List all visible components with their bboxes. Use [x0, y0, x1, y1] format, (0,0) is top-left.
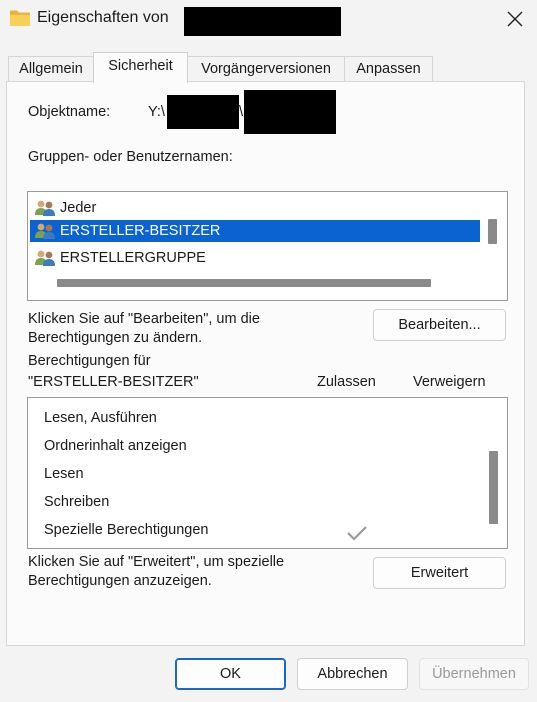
redacted-path-1 — [167, 95, 239, 129]
tab-label: Anpassen — [356, 61, 421, 77]
edit-button[interactable]: Bearbeiten... — [373, 309, 506, 341]
permissions-principal-label: "ERSTELLER-BESITZER" — [28, 374, 199, 390]
permission-row: Lesen — [44, 466, 84, 482]
object-name-separator: \ — [239, 104, 244, 120]
title-bar: Eigenschaften von — [0, 0, 537, 38]
advanced-hint-line2: Berechtigungen anzuzeigen. — [28, 573, 212, 589]
redacted-title — [184, 7, 341, 36]
column-deny: Verweigern — [413, 374, 486, 390]
permission-row: Lesen, Ausführen — [44, 410, 157, 426]
permission-row: Schreiben — [44, 494, 110, 510]
close-button[interactable] — [492, 0, 537, 38]
users-icon — [35, 223, 55, 239]
list-item-ersteller-besitzer[interactable]: ERSTELLER-BESITZER — [30, 220, 480, 242]
permission-row: Ordnerinhalt anzeigen — [44, 438, 187, 454]
groups-label: Gruppen- oder Benutzernamen: — [28, 149, 233, 165]
groups-listbox[interactable]: Jeder ERSTELLER-BESITZER ERSTELLERGRUPPE — [27, 191, 508, 301]
groups-vertical-scrollbar[interactable] — [488, 219, 497, 244]
users-icon — [35, 200, 55, 216]
tab-allgemein[interactable]: Allgemein — [8, 56, 94, 82]
edit-hint-line2: Berechtigungen zu ändern. — [28, 330, 203, 346]
window-title: Eigenschaften von — [37, 9, 169, 26]
groups-horizontal-scrollbar[interactable] — [57, 279, 431, 287]
list-item-label: Jeder — [60, 200, 97, 216]
tab-label: Sicherheit — [108, 58, 173, 74]
permissions-for-label: Berechtigungen für — [28, 353, 151, 369]
list-item-jeder[interactable]: Jeder — [30, 197, 480, 219]
security-panel: Objektname: Y:\ \ Gruppen- oder Benutzer… — [6, 81, 525, 646]
object-name-label: Objektname: — [28, 104, 111, 120]
object-name-prefix: Y:\ — [148, 104, 165, 120]
dialog-footer: OK Abbrechen Übernehmen — [0, 646, 537, 702]
permission-row: Spezielle Berechtigungen — [44, 522, 209, 538]
tab-label: Allgemein — [19, 61, 83, 77]
permissions-vertical-scrollbar[interactable] — [489, 451, 498, 524]
advanced-button[interactable]: Erweitert — [373, 557, 506, 589]
folder-icon — [10, 10, 30, 26]
column-allow: Zulassen — [317, 374, 376, 390]
advanced-hint-line1: Klicken Sie auf "Erweitert", um speziell… — [28, 554, 285, 570]
tab-anpassen[interactable]: Anpassen — [344, 56, 433, 82]
permissions-listbox[interactable]: Lesen, Ausführen Ordnerinhalt anzeigen L… — [27, 397, 508, 549]
tab-bar: Allgemein Sicherheit Vorgängerversionen … — [0, 52, 537, 83]
list-item-erstellergruppe[interactable]: ERSTELLERGRUPPE — [30, 247, 480, 269]
list-item-label: ERSTELLER-BESITZER — [60, 223, 221, 239]
edit-hint-line1: Klicken Sie auf "Bearbeiten", um die — [28, 311, 260, 327]
redacted-path-2 — [244, 90, 336, 134]
ok-button[interactable]: OK — [175, 658, 286, 690]
tab-vorgaengerversionen[interactable]: Vorgängerversionen — [187, 56, 345, 82]
apply-button[interactable]: Übernehmen — [419, 658, 529, 690]
tab-label: Vorgängerversionen — [201, 61, 331, 77]
checkmark-icon — [347, 526, 367, 541]
list-item-label: ERSTELLERGRUPPE — [60, 250, 206, 266]
users-icon — [35, 250, 55, 266]
cancel-button[interactable]: Abbrechen — [297, 658, 408, 690]
tab-sicherheit[interactable]: Sicherheit — [93, 52, 188, 83]
close-icon — [507, 11, 522, 27]
